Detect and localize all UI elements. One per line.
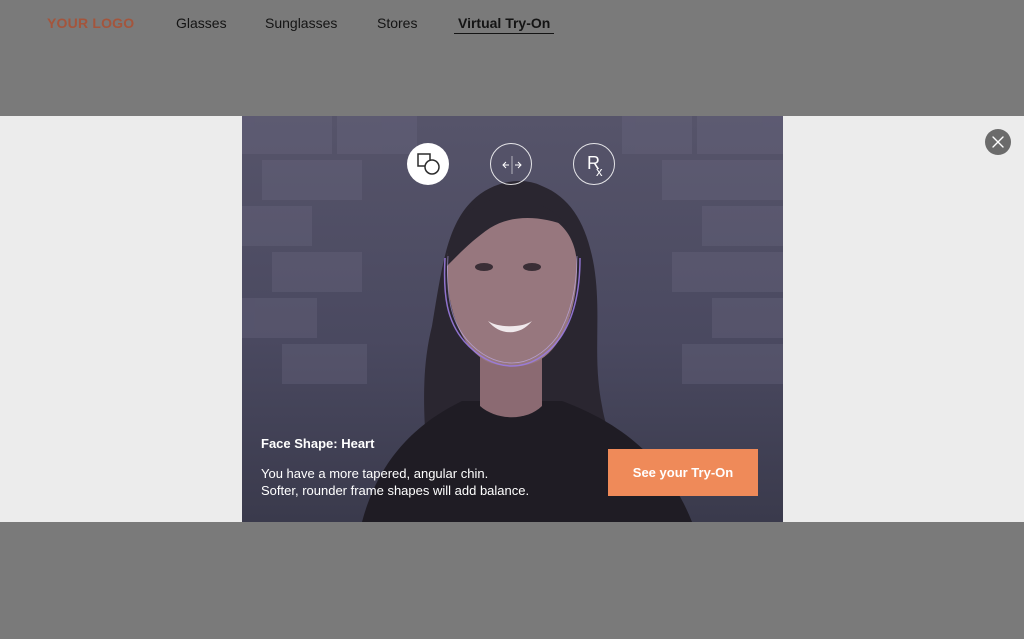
see-your-try-on-button[interactable]: See your Try-On	[608, 449, 758, 496]
step-measure[interactable]	[490, 143, 532, 185]
step-face-shape[interactable]	[407, 143, 449, 185]
face-shape-icon	[417, 153, 440, 175]
nav-glasses[interactable]: Glasses	[176, 15, 227, 31]
description-line-1: You have a more tapered, angular chin.	[261, 466, 489, 481]
nav-stores[interactable]: Stores	[377, 15, 417, 31]
rx-x: x	[596, 164, 603, 179]
nav-virtual-try-on[interactable]: Virtual Try-On	[454, 15, 555, 34]
nav-sunglasses[interactable]: Sunglasses	[265, 15, 337, 31]
face-shape-title: Face Shape: Heart	[261, 436, 375, 451]
face-shape-description: You have a more tapered, angular chin. S…	[261, 465, 529, 499]
description-line-2: Softer, rounder frame shapes will add ba…	[261, 483, 530, 498]
page-footer-overlay	[0, 522, 1024, 639]
site-header: YOUR LOGO Glasses Sunglasses Stores Virt…	[0, 0, 1024, 116]
close-button[interactable]	[985, 129, 1011, 155]
prescription-rx-icon: R x	[587, 153, 603, 179]
close-icon	[992, 136, 1004, 148]
step-prescription[interactable]: R x	[573, 143, 615, 185]
face-scan-photo: R x Face Shape: Heart You have a more ta…	[242, 116, 783, 522]
logo[interactable]: YOUR LOGO	[47, 15, 134, 31]
measure-arrows-icon	[502, 156, 522, 174]
